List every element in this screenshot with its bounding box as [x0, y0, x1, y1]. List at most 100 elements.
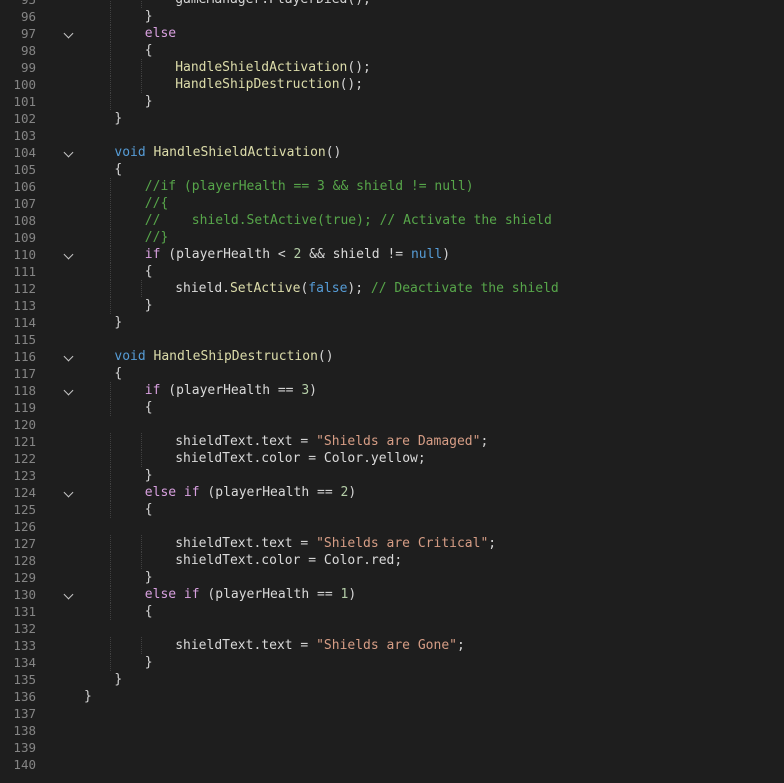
code-token-plain: ) [309, 383, 317, 398]
code-token-plain: != [379, 247, 411, 262]
line-number: 139 [13, 740, 36, 755]
code-token-plain: == [309, 587, 341, 602]
code-line[interactable]: 131 { [0, 603, 784, 620]
code-line[interactable]: 111 { [0, 263, 784, 280]
line-number: 130 [13, 587, 36, 602]
code-line[interactable]: 115 [0, 331, 784, 348]
line-number: 126 [13, 519, 36, 534]
code-token-plain: } [144, 298, 153, 313]
code-line[interactable]: 139 [0, 739, 784, 756]
fold-chevron-icon[interactable] [60, 382, 76, 399]
code-line[interactable]: 126 [0, 518, 784, 535]
code-line[interactable]: 107 //{ [0, 195, 784, 212]
code-text: else [145, 25, 176, 42]
code-text: shieldText.text = "Shields are Gone"; [175, 637, 465, 654]
code-line[interactable]: 109 //} [0, 229, 784, 246]
fold-chevron-icon[interactable] [60, 144, 76, 161]
code-token-plain: { [144, 43, 153, 58]
code-text: { [145, 263, 153, 280]
code-line[interactable]: 140 [0, 756, 784, 773]
code-token-method: HandleShipDestruction [153, 349, 318, 364]
code-line[interactable]: 108 // shield.SetActive(true); // Activat… [0, 212, 784, 229]
code-token-plain: ; [394, 553, 403, 568]
fold-chevron-icon[interactable] [60, 348, 76, 365]
code-line[interactable]: 127 shieldText.text = "Shields are Critic… [0, 535, 784, 552]
code-line[interactable]: 98 { [0, 42, 784, 59]
code-token-keyword: void [114, 349, 146, 364]
fold-chevron-icon[interactable] [60, 25, 76, 42]
code-token-var: Color [323, 451, 364, 466]
code-text: HandleShipDestruction(); [175, 76, 363, 93]
line-number: 121 [13, 434, 36, 449]
code-token-plain: ; [417, 451, 426, 466]
code-token-method: HandleShieldActivation [175, 60, 348, 75]
code-token-plain: { [144, 264, 153, 279]
code-line[interactable]: 113} [0, 297, 784, 314]
code-line[interactable]: 96} [0, 8, 784, 25]
indent-guide [110, 399, 112, 416]
code-line[interactable]: 134} [0, 654, 784, 671]
code-line[interactable]: 99 HandleShieldActivation(); [0, 59, 784, 76]
line-number: 110 [13, 247, 36, 262]
indent-guide [110, 552, 112, 569]
code-token-plain: } [114, 672, 123, 687]
code-editor[interactable]: 95gameManager.PlayerDied();96}97 else98{9… [0, 0, 784, 783]
code-line[interactable]: 123} [0, 467, 784, 484]
code-token-plain: ; [456, 638, 465, 653]
code-line[interactable]: 121 shieldText.text = "Shields are Damage… [0, 433, 784, 450]
indent-guide [110, 586, 112, 603]
code-line[interactable]: 137 [0, 705, 784, 722]
code-line[interactable]: 104 void HandleShieldActivation() [0, 144, 784, 161]
code-line[interactable]: 130 else if (playerHealth == 1) [0, 586, 784, 603]
line-number: 118 [13, 383, 36, 398]
code-line[interactable]: 122 shieldText.color = Color.yellow; [0, 450, 784, 467]
code-text: { [114, 161, 122, 178]
code-line[interactable]: 105 { [0, 161, 784, 178]
code-line[interactable]: 97 else [0, 25, 784, 42]
code-line[interactable]: 129} [0, 569, 784, 586]
code-line[interactable]: 128 shieldText.color = Color.red; [0, 552, 784, 569]
code-token-plain: = [300, 553, 324, 568]
code-line[interactable]: 133 shieldText.text = "Shields are Gone"; [0, 637, 784, 654]
code-token-var: shieldText [175, 434, 254, 449]
code-line[interactable]: 136} [0, 688, 784, 705]
line-number: 111 [13, 264, 36, 279]
code-line[interactable]: 100 HandleShipDestruction(); [0, 76, 784, 93]
code-text: { [145, 603, 153, 620]
code-line[interactable]: 118 if (playerHealth == 3) [0, 382, 784, 399]
code-line[interactable]: 114} [0, 314, 784, 331]
code-token-plain: } [114, 111, 123, 126]
code-text: } [114, 314, 122, 331]
code-line[interactable]: 116 void HandleShipDestruction() [0, 348, 784, 365]
line-number: 106 [13, 179, 36, 194]
line-number: 112 [13, 281, 36, 296]
fold-chevron-icon[interactable] [60, 484, 76, 501]
code-line[interactable]: 138 [0, 722, 784, 739]
code-line[interactable]: 95 gameManager.PlayerDied(); [0, 0, 784, 8]
line-number: 97 [20, 26, 36, 41]
code-token-method: HandleShieldActivation [153, 145, 326, 160]
code-line[interactable]: 132 [0, 620, 784, 637]
line-number: 131 [13, 604, 36, 619]
code-line[interactable]: 101} [0, 93, 784, 110]
fold-chevron-icon[interactable] [60, 246, 76, 263]
line-number: 107 [13, 196, 36, 211]
code-line[interactable]: 103 [0, 127, 784, 144]
code-text: } [114, 671, 122, 688]
code-line[interactable]: 135} [0, 671, 784, 688]
code-line[interactable]: 112 shield.SetActive(false); // Deactivat… [0, 280, 784, 297]
line-number: 109 [13, 230, 36, 245]
code-line[interactable]: 117 { [0, 365, 784, 382]
code-token-var: text [261, 434, 293, 449]
code-token-control: else if [144, 587, 200, 602]
code-line[interactable]: 119 { [0, 399, 784, 416]
code-line[interactable]: 110 if (playerHealth < 2 && shield != nul… [0, 246, 784, 263]
code-token-var: playerHealth [215, 485, 310, 500]
code-line[interactable]: 106 //if (playerHealth == 3 && shield != … [0, 178, 784, 195]
code-line[interactable]: 120 [0, 416, 784, 433]
fold-chevron-icon[interactable] [60, 586, 76, 603]
code-line[interactable]: 125 { [0, 501, 784, 518]
code-token-plain: ) [442, 247, 451, 262]
code-line[interactable]: 102} [0, 110, 784, 127]
code-line[interactable]: 124 else if (playerHealth == 2) [0, 484, 784, 501]
